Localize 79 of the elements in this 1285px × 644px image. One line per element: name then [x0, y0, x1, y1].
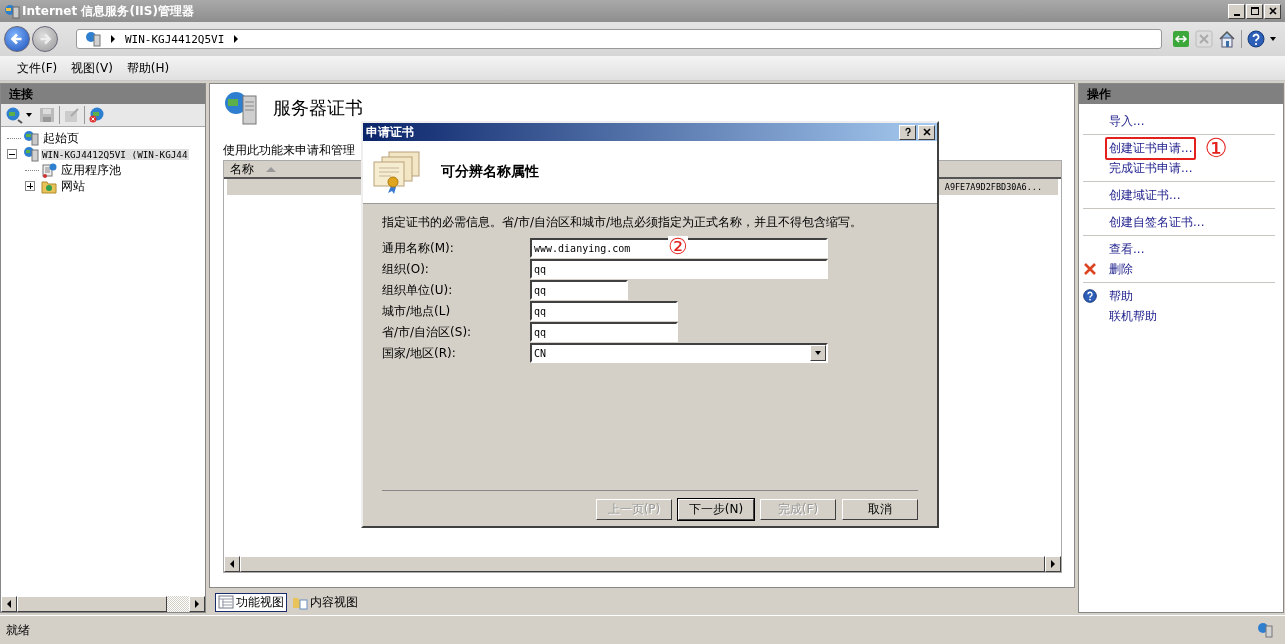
tree-item[interactable]: 起始页 [41, 129, 81, 147]
annotation-number: ② [668, 236, 688, 258]
tree-item[interactable]: WIN-KGJ4412Q5VI (WIN-KGJ44 [41, 148, 189, 160]
maximize-button[interactable] [1246, 3, 1263, 19]
breadcrumb-item[interactable]: WIN-KGJ4412Q5VI [125, 32, 225, 46]
server-globe-icon [223, 90, 259, 126]
delete-icon [1083, 262, 1097, 276]
action-link[interactable]: 创建域证书... [1105, 183, 1185, 207]
breadcrumb-arrow-icon[interactable] [234, 35, 239, 43]
field-label: 省/市/自治区(S): [382, 323, 473, 341]
home-icon[interactable] [1218, 30, 1236, 48]
dropdown-field[interactable]: CN [530, 343, 828, 363]
window-title: Internet 信息服务(IIS)管理器 [22, 2, 194, 20]
help-icon[interactable] [1247, 30, 1265, 48]
instruction-text: 指定证书的必需信息。省/市/自治区和城市/地点必须指定为正式名称，并且不得包含缩写。 [382, 214, 864, 231]
close-icon [921, 127, 932, 137]
field-label: 通用名称(M): [382, 239, 455, 257]
horizontal-scrollbar[interactable] [1, 596, 205, 612]
menu-item[interactable]: 文件(F) [10, 59, 65, 77]
question-mark-icon [902, 127, 913, 137]
app-icon [4, 3, 20, 19]
input-field[interactable]: qq [530, 301, 678, 321]
action-link[interactable]: 导入... [1105, 109, 1149, 133]
panel-title: 操作 [1087, 85, 1111, 103]
dialog-heading: 可分辨名称属性 [441, 163, 539, 181]
input-field[interactable]: qq [530, 322, 678, 342]
back-button[interactable] [4, 26, 30, 52]
table-cell: A9FE7A9D2FBD30A6... [944, 182, 1042, 192]
expander[interactable] [25, 181, 35, 191]
annotation-number: ① [1204, 135, 1228, 161]
close-button[interactable] [918, 124, 935, 140]
menu-item[interactable]: 帮助(H) [119, 59, 177, 77]
page-title: 服务器证书 [273, 96, 363, 120]
field-label: 组织(O): [382, 260, 430, 278]
tree-item[interactable]: 网站 [59, 177, 87, 195]
close-button[interactable] [1264, 3, 1281, 19]
dropdown-arrow-icon[interactable] [1270, 37, 1276, 41]
minimize-button[interactable] [1228, 3, 1245, 19]
tree-item[interactable]: 应用程序池 [59, 161, 123, 179]
description-text: 使用此功能来申请和管理 [223, 142, 356, 159]
server-icon [23, 146, 39, 162]
home-server-icon [23, 130, 39, 146]
action-link[interactable]: 创建证书申请... [1105, 136, 1197, 160]
help-icon [1083, 289, 1097, 303]
panel-title: 连接 [9, 85, 33, 103]
help-button[interactable] [899, 124, 916, 140]
grid-view-icon [218, 594, 234, 610]
menu-item[interactable]: 视图(V) [64, 59, 120, 77]
server-status-icon [1257, 622, 1273, 638]
refresh-icon[interactable] [1172, 30, 1190, 48]
status-text: 就绪 [6, 621, 30, 639]
breadcrumb-arrow-icon[interactable] [111, 35, 115, 43]
input-field[interactable]: qq [530, 280, 628, 300]
action-link[interactable]: 创建自签名证书... [1105, 210, 1209, 234]
input-field[interactable]: qq [530, 259, 828, 279]
app-pool-icon [41, 162, 57, 178]
dialog-button[interactable]: 下一步(N) [678, 499, 754, 520]
dialog-title: 申请证书 [366, 123, 414, 141]
server-icon [85, 31, 101, 47]
certificates-icon [371, 149, 421, 195]
folder-globe-icon [41, 178, 57, 194]
field-label: 组织单位(U): [382, 281, 454, 299]
scroll-thumb[interactable] [17, 596, 167, 612]
minimize-icon [1233, 13, 1240, 16]
view-tab[interactable]: 内容视图 [289, 592, 361, 612]
maximize-icon [1249, 6, 1260, 16]
expander[interactable] [7, 149, 17, 159]
dropdown-arrow-icon[interactable] [26, 113, 32, 117]
address-bar[interactable]: WIN-KGJ4412Q5VI [76, 29, 1162, 49]
field-label: 城市/地点(L) [382, 302, 452, 320]
dialog-button[interactable]: 取消 [842, 499, 918, 520]
view-tab[interactable]: 功能视图 [215, 592, 287, 612]
field-label: 国家/地区(R): [382, 344, 457, 362]
column-header[interactable]: 名称 [230, 160, 254, 178]
forward-button[interactable] [32, 26, 58, 52]
input-field[interactable]: www.dianying.com ② [530, 238, 828, 258]
disconnect-icon[interactable] [88, 106, 106, 124]
sort-ascending-icon [266, 166, 276, 172]
close-icon [1267, 6, 1278, 16]
